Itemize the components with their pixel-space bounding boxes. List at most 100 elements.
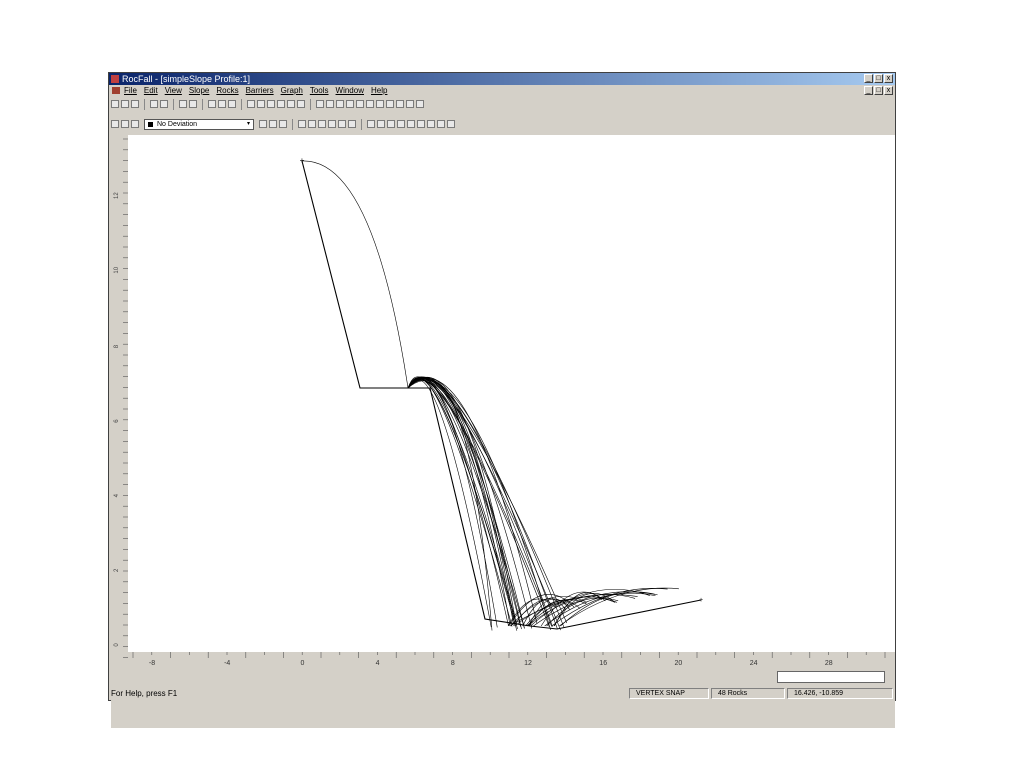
toolbar-separator bbox=[292, 118, 293, 130]
grid-icon[interactable] bbox=[338, 120, 346, 128]
status-rock-count: 48 Rocks bbox=[711, 688, 785, 699]
add-rock-icon[interactable] bbox=[346, 100, 354, 108]
move-vertex-icon[interactable] bbox=[326, 100, 334, 108]
export-icon[interactable] bbox=[328, 120, 336, 128]
slope-edit-icon[interactable] bbox=[121, 120, 129, 128]
menu-help[interactable]: Help bbox=[371, 85, 387, 96]
doc-restore-button[interactable]: □ bbox=[874, 86, 883, 95]
open-file-icon[interactable] bbox=[121, 100, 129, 108]
restore-button[interactable]: □ bbox=[874, 74, 883, 83]
menu-view[interactable]: View bbox=[165, 85, 182, 96]
print-icon[interactable] bbox=[179, 100, 187, 108]
interpret-icon[interactable] bbox=[218, 100, 226, 108]
slope-end-marker: + bbox=[699, 597, 703, 604]
plot-canvas bbox=[128, 135, 895, 652]
highlight-icon[interactable] bbox=[387, 120, 395, 128]
zoom-out-icon[interactable] bbox=[257, 100, 265, 108]
screen-icon[interactable] bbox=[318, 120, 326, 128]
command-input[interactable] bbox=[777, 671, 885, 683]
app-icon bbox=[111, 75, 119, 83]
erase-icon[interactable] bbox=[447, 120, 455, 128]
menu-slope[interactable]: Slope bbox=[189, 85, 209, 96]
save-icon[interactable] bbox=[131, 100, 139, 108]
add-vertex-icon[interactable] bbox=[316, 100, 324, 108]
menu-window[interactable]: Window bbox=[336, 85, 364, 96]
zoom-in-icon[interactable] bbox=[247, 100, 255, 108]
x-tick-label: 28 bbox=[825, 660, 833, 667]
menu-edit[interactable]: Edit bbox=[144, 85, 158, 96]
document-icon[interactable] bbox=[112, 87, 120, 94]
title-bar[interactable]: RocFall - [simpleSlope Profile:1] _ □ x bbox=[109, 73, 895, 85]
material-assign-icon[interactable] bbox=[259, 120, 267, 128]
x-tick-label: 0 bbox=[300, 660, 304, 667]
snap-icon[interactable] bbox=[348, 120, 356, 128]
zoom-all-icon[interactable] bbox=[297, 100, 305, 108]
chevron-down-icon[interactable]: ▾ bbox=[244, 120, 253, 129]
slope-material-icon[interactable] bbox=[111, 120, 119, 128]
display-options-icon[interactable] bbox=[298, 120, 306, 128]
menu-tools[interactable]: Tools bbox=[310, 85, 329, 96]
properties-icon[interactable] bbox=[269, 120, 277, 128]
info-icon[interactable] bbox=[406, 100, 414, 108]
print-preview-icon[interactable] bbox=[189, 100, 197, 108]
minimize-button[interactable]: _ bbox=[864, 74, 873, 83]
zoom-window-icon[interactable] bbox=[267, 100, 275, 108]
legend-icon[interactable] bbox=[308, 120, 316, 128]
x-tick-label: 20 bbox=[675, 660, 683, 667]
status-bar: For Help, press F1 VERTEX SNAP 48 Rocks … bbox=[109, 687, 895, 700]
y-tick-label: 10 bbox=[114, 266, 120, 273]
y-tick-label: 12 bbox=[114, 192, 120, 199]
deviation-combo-value: No Deviation bbox=[157, 120, 198, 128]
new-file-icon[interactable] bbox=[111, 100, 119, 108]
doc-close-button[interactable]: x bbox=[884, 86, 893, 95]
sample-icon[interactable] bbox=[396, 100, 404, 108]
zoom-previous-icon[interactable] bbox=[287, 100, 295, 108]
rectangle-icon[interactable] bbox=[417, 120, 425, 128]
toolbar-separator bbox=[361, 118, 362, 130]
slope-toolbar: No Deviation ▾ bbox=[111, 117, 455, 131]
menu-graph[interactable]: Graph bbox=[281, 85, 303, 96]
graph-icon[interactable] bbox=[376, 100, 384, 108]
text-icon[interactable] bbox=[377, 120, 385, 128]
layers-icon[interactable] bbox=[279, 120, 287, 128]
data-collector-icon[interactable] bbox=[366, 100, 374, 108]
x-tick-label: 16 bbox=[599, 660, 607, 667]
x-tick-label: -8 bbox=[149, 660, 155, 667]
toolbar-separator bbox=[144, 98, 145, 110]
arrow-icon[interactable] bbox=[407, 120, 415, 128]
x-tick-label: 12 bbox=[524, 660, 532, 667]
slope-profile-plot[interactable]: 121086420 -8 -4 0 4 8 12 16 20 24 28 + + bbox=[111, 133, 895, 728]
standard-toolbar bbox=[111, 97, 424, 111]
toolbar-separator bbox=[241, 98, 242, 110]
compute-icon[interactable] bbox=[208, 100, 216, 108]
window-title: RocFall - [simpleSlope Profile:1] bbox=[122, 74, 251, 84]
toolbar-separator bbox=[202, 98, 203, 110]
menu-rocks[interactable]: Rocks bbox=[216, 85, 238, 96]
app-window: RocFall - [simpleSlope Profile:1] _ □ x … bbox=[108, 72, 896, 728]
ellipse-icon[interactable] bbox=[427, 120, 435, 128]
help-icon[interactable] bbox=[416, 100, 424, 108]
status-snap[interactable]: VERTEX SNAP bbox=[629, 688, 709, 699]
status-coordinates: 16.426, -10.859 bbox=[787, 688, 893, 699]
animate-icon[interactable] bbox=[228, 100, 236, 108]
deviation-combo[interactable]: No Deviation ▾ bbox=[144, 118, 254, 130]
undo-icon[interactable] bbox=[131, 120, 139, 128]
add-barrier-icon[interactable] bbox=[356, 100, 364, 108]
menu-file[interactable]: File bbox=[124, 85, 137, 96]
chart-icon[interactable] bbox=[367, 120, 375, 128]
paste-icon[interactable] bbox=[160, 100, 168, 108]
doc-minimize-button[interactable]: _ bbox=[864, 86, 873, 95]
delete-vertex-icon[interactable] bbox=[336, 100, 344, 108]
menu-bar: File Edit View Slope Rocks Barriers Grap… bbox=[109, 85, 895, 96]
color-swatch-icon bbox=[148, 121, 153, 127]
close-button[interactable]: x bbox=[884, 74, 893, 83]
line-icon[interactable] bbox=[397, 120, 405, 128]
polygon-icon[interactable] bbox=[437, 120, 445, 128]
zoom-extents-icon[interactable] bbox=[277, 100, 285, 108]
x-tick-label: 24 bbox=[750, 660, 758, 667]
menu-barriers[interactable]: Barriers bbox=[246, 85, 274, 96]
rock-seed-marker: + bbox=[300, 156, 305, 165]
x-tick-label: -4 bbox=[224, 660, 230, 667]
copy-icon[interactable] bbox=[150, 100, 158, 108]
endpoint-graph-icon[interactable] bbox=[386, 100, 394, 108]
